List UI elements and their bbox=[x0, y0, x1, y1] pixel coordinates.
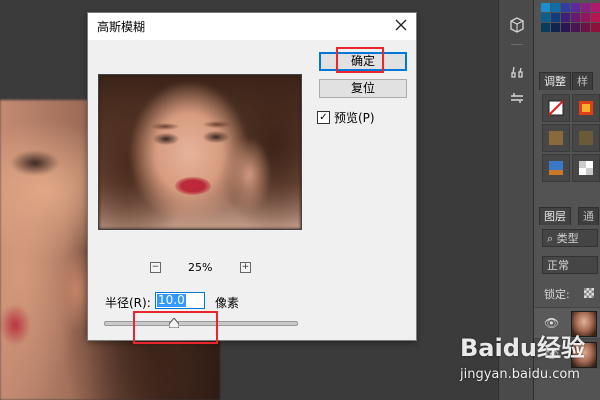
radius-slider-track[interactable] bbox=[104, 321, 298, 326]
color-swatch[interactable] bbox=[571, 3, 580, 12]
zoom-level: 25% bbox=[188, 261, 213, 274]
layer-thumbnail bbox=[571, 311, 597, 337]
search-icon: ⌕ bbox=[547, 232, 557, 245]
radius-slider-thumb[interactable] bbox=[168, 317, 180, 329]
color-swatch[interactable] bbox=[581, 13, 590, 22]
color-swatch[interactable] bbox=[551, 23, 560, 32]
color-swatch[interactable] bbox=[571, 23, 580, 32]
blend-mode-select[interactable]: 正常 bbox=[542, 256, 598, 274]
no-adjustment-icon[interactable] bbox=[542, 94, 570, 122]
ok-button[interactable]: 确定 bbox=[319, 52, 407, 71]
color-swatch[interactable] bbox=[561, 3, 570, 12]
canvas-eye bbox=[10, 150, 60, 176]
tab-adjustments[interactable]: 调整 bbox=[539, 72, 571, 90]
preview-lip bbox=[175, 177, 211, 195]
preview-checkbox-row[interactable]: ✓ 预览(P) bbox=[317, 109, 375, 125]
color-fill-icon[interactable] bbox=[572, 94, 600, 122]
close-icon bbox=[395, 19, 407, 31]
color-swatch[interactable] bbox=[561, 23, 570, 32]
sky-style-icon[interactable] bbox=[542, 154, 570, 182]
color-swatch[interactable] bbox=[591, 23, 600, 32]
canvas-lip bbox=[0, 305, 30, 345]
tab-layers[interactable]: 图层 bbox=[539, 207, 571, 225]
preview-checkbox[interactable]: ✓ bbox=[317, 110, 330, 124]
zoom-controls: − 25% + bbox=[150, 261, 251, 275]
3d-cube-icon[interactable] bbox=[507, 15, 527, 35]
zoom-out-button[interactable]: − bbox=[150, 262, 161, 273]
gaussian-blur-dialog: 高斯模糊 确定 复位 ✓ 预览(P) − 25% + 半径(R): 10.0 像… bbox=[87, 12, 417, 344]
color-swatch[interactable] bbox=[591, 13, 600, 22]
color-swatch[interactable] bbox=[541, 3, 550, 12]
strip-divider bbox=[511, 44, 523, 45]
radius-input[interactable] bbox=[155, 292, 205, 309]
texture-style-icon[interactable] bbox=[542, 124, 570, 152]
tab-styles[interactable]: 样 bbox=[572, 72, 593, 90]
preview-brow bbox=[203, 121, 231, 128]
color-swatch[interactable] bbox=[551, 3, 560, 12]
lock-transparency-icon[interactable] bbox=[584, 288, 594, 298]
color-swatch[interactable] bbox=[541, 23, 550, 32]
color-swatch[interactable] bbox=[591, 3, 600, 12]
radius-unit: 像素 bbox=[215, 296, 240, 310]
layer-thumbnail bbox=[571, 342, 597, 368]
preview-brow bbox=[151, 123, 179, 130]
right-panels: 调整 样 图层 通 ⌕ 类型 正常 锁定: 👁 👁 bbox=[533, 0, 600, 400]
eye-icon[interactable]: 👁 bbox=[544, 316, 559, 330]
lock-label: 锁定: bbox=[544, 288, 570, 301]
color-swatch[interactable] bbox=[561, 13, 570, 22]
preview-pane[interactable] bbox=[98, 74, 302, 230]
wood-style-icon[interactable] bbox=[572, 124, 600, 152]
clone-source-icon[interactable] bbox=[507, 88, 527, 108]
preview-label: 预览(P) bbox=[334, 110, 375, 125]
blend-mode-label: 正常 bbox=[547, 259, 569, 272]
dialog-titlebar[interactable]: 高斯模糊 bbox=[88, 13, 416, 40]
color-swatch[interactable] bbox=[581, 23, 590, 32]
panel-icon-strip bbox=[498, 0, 534, 400]
tab-channels[interactable]: 通 bbox=[578, 207, 599, 225]
swatches-panel bbox=[539, 0, 600, 42]
brush-preset-icon[interactable] bbox=[507, 62, 527, 82]
close-button[interactable] bbox=[390, 16, 412, 36]
preview-eye bbox=[153, 133, 179, 145]
dialog-title: 高斯模糊 bbox=[97, 20, 146, 34]
zoom-in-button[interactable]: + bbox=[240, 262, 251, 273]
layer-filter-label: 类型 bbox=[556, 232, 579, 245]
reset-button[interactable]: 复位 bbox=[319, 79, 407, 98]
color-swatch[interactable] bbox=[551, 13, 560, 22]
preview-eye bbox=[203, 131, 229, 143]
radius-label: 半径(R): bbox=[105, 296, 151, 310]
eye-icon[interactable]: 👁 bbox=[544, 347, 559, 361]
layer-row[interactable]: 👁 bbox=[534, 307, 600, 338]
color-swatch[interactable] bbox=[581, 3, 590, 12]
checker-style-icon[interactable] bbox=[572, 154, 600, 182]
preview-image bbox=[99, 75, 301, 229]
layer-filter-select[interactable]: ⌕ 类型 bbox=[542, 229, 598, 247]
color-swatch[interactable] bbox=[541, 13, 550, 22]
color-swatch[interactable] bbox=[571, 13, 580, 22]
layer-row[interactable]: 👁 bbox=[534, 338, 600, 369]
